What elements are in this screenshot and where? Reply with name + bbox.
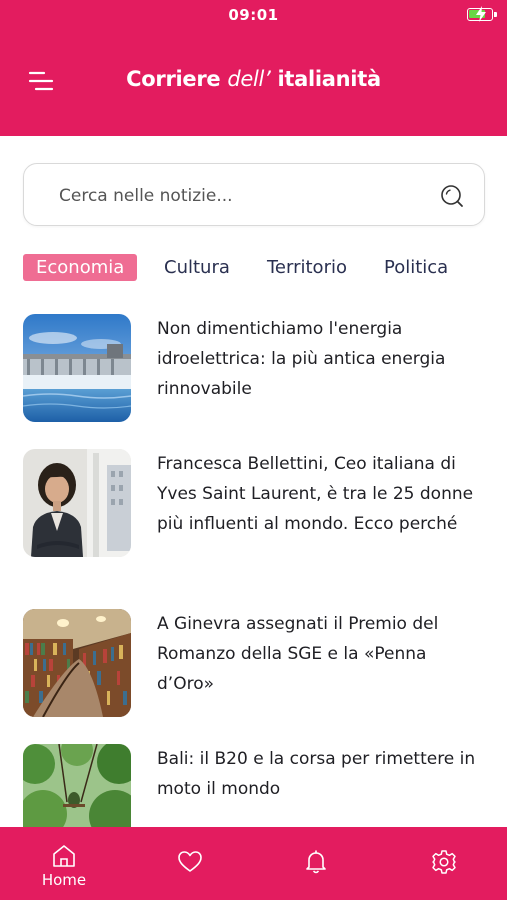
bottom-navigation: Home — [0, 827, 507, 900]
battery-tip — [494, 12, 497, 17]
nav-notifications[interactable] — [276, 827, 356, 900]
article-title: Non dimentichiamo l'energia idroelettric… — [157, 319, 446, 399]
tab-cultura[interactable]: Cultura — [164, 254, 230, 281]
status-bar: 09:01 — [0, 0, 507, 32]
search-icon[interactable] — [439, 183, 465, 209]
nav-settings[interactable] — [404, 827, 484, 900]
nav-home-label: Home — [41, 871, 87, 889]
tab-politica[interactable]: Politica — [384, 254, 448, 281]
article-item[interactable]: Non dimentichiamo l'energia idroelettric… — [23, 314, 485, 424]
article-item[interactable]: Francesca Bellettini, Ceo italiana di Yv… — [23, 449, 485, 569]
portrait-image — [23, 449, 131, 557]
article-item[interactable]: A Ginevra assegnati il Premio del Romanz… — [23, 609, 485, 719]
tab-territorio[interactable]: Territorio — [267, 254, 347, 281]
tab-economia[interactable]: Economia — [23, 254, 138, 281]
article-title: Francesca Bellettini, Ceo italiana di Yv… — [157, 454, 474, 534]
status-time: 09:01 — [228, 6, 279, 24]
gear-icon — [432, 850, 456, 874]
nav-home[interactable]: Home — [24, 827, 104, 900]
article-item[interactable]: Bali: il B20 e la corsa per rimettere in… — [23, 744, 485, 852]
title-start: Corriere — [126, 67, 228, 91]
library-image — [23, 609, 131, 717]
title-middle: dell’ — [227, 67, 271, 91]
heart-icon — [178, 851, 202, 872]
charging-bolt-icon — [476, 6, 486, 22]
title-end: italianità — [270, 67, 381, 91]
nav-favorites[interactable] — [150, 827, 230, 900]
app-title: Corriere dell’ italianità — [0, 67, 507, 91]
article-title: Bali: il B20 e la corsa per rimettere in… — [157, 749, 476, 799]
app-header: 09:01 Corriere dell’ italianità — [0, 0, 507, 136]
search-bar — [23, 163, 485, 226]
home-icon — [53, 845, 75, 867]
dam-image — [23, 314, 131, 422]
search-input[interactable] — [57, 176, 431, 216]
category-tabs: Economia Cultura Territorio Politica — [23, 254, 507, 282]
article-title: A Ginevra assegnati il Premio del Romanz… — [157, 614, 439, 694]
bell-icon — [306, 850, 326, 874]
